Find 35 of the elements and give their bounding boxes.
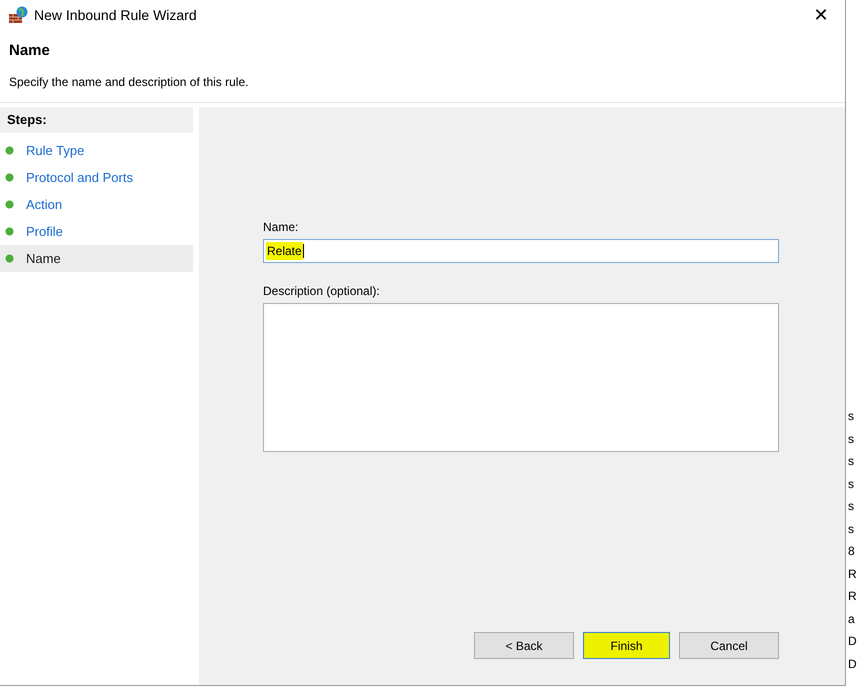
window-title: New Inbound Rule Wizard — [34, 6, 197, 24]
step-item[interactable]: Name — [0, 245, 193, 272]
background-text: R — [847, 566, 858, 582]
step-item[interactable]: Action — [0, 191, 193, 218]
field-label: Description (optional): — [263, 283, 381, 300]
firewall-globe-icon — [8, 6, 28, 24]
background-text: s — [847, 408, 855, 425]
field-label: Name: — [263, 219, 300, 236]
background-text: s — [847, 520, 855, 538]
background-text: R — [847, 588, 858, 605]
step-dot-icon — [5, 227, 14, 236]
background-text: 8 — [847, 543, 856, 560]
step-dot-icon — [5, 173, 14, 182]
step-item[interactable]: Rule Type — [0, 137, 193, 164]
page-heading: Name — [9, 41, 51, 61]
name-input-field[interactable]: Relate — [263, 239, 779, 263]
step-dot-icon — [5, 200, 14, 209]
background-text: s — [847, 430, 855, 448]
background-text: D — [847, 656, 858, 672]
background-text: s — [847, 476, 855, 492]
step-dot-icon — [5, 146, 14, 155]
background-text: s — [847, 498, 855, 515]
step-item[interactable]: Profile — [0, 218, 193, 245]
background-text: D — [847, 633, 858, 650]
background-text: a — [847, 610, 856, 628]
step-dot-icon — [5, 254, 14, 263]
background-text: s — [847, 453, 855, 470]
step-item[interactable]: Protocol and Ports — [0, 164, 193, 191]
dialog-button[interactable]: < Back — [474, 632, 574, 659]
dialog-button[interactable]: Cancel — [679, 632, 779, 659]
dialog-button[interactable]: Finish — [583, 632, 670, 659]
page-subtitle: Specify the name and description of this rule. — [9, 74, 250, 90]
close-button[interactable]: ✕ — [809, 3, 833, 27]
steps-header: Steps: — [0, 107, 193, 133]
description-input-field[interactable] — [263, 303, 779, 452]
